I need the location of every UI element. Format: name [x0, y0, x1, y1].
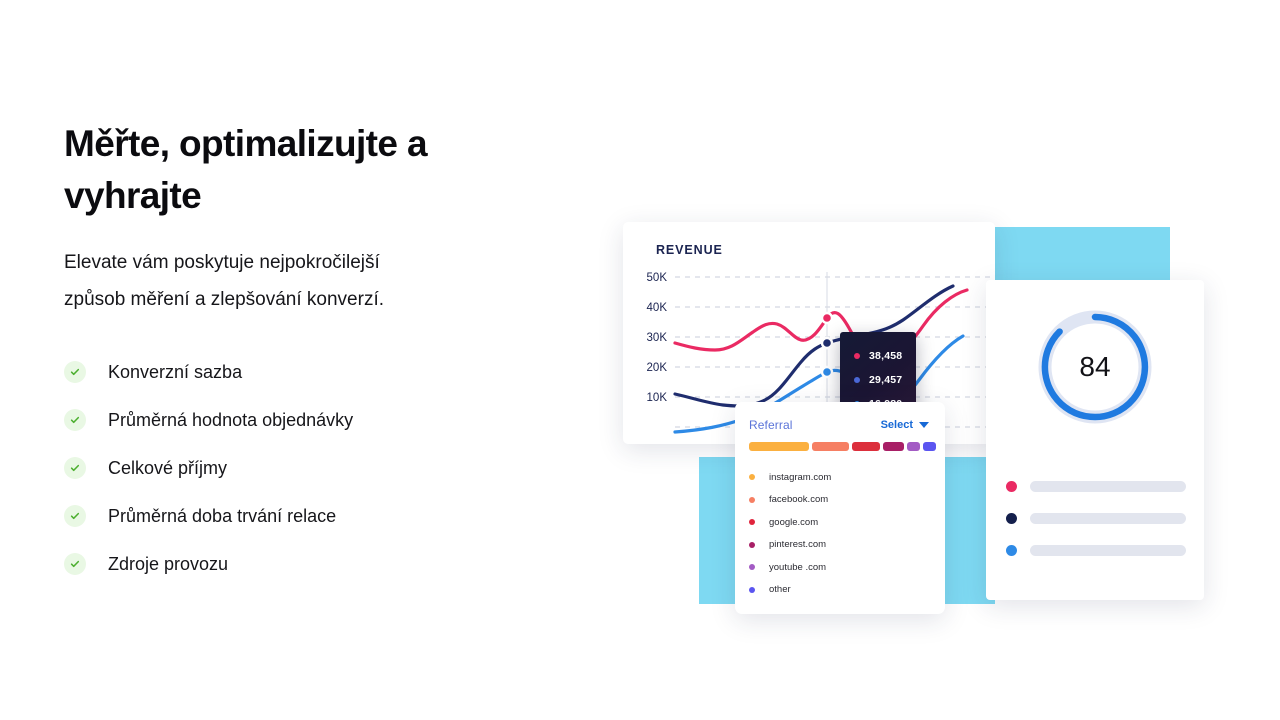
feature-label: Průměrná doba trvání relace [108, 506, 337, 526]
list-item: Konverzní sazba [64, 348, 534, 396]
feature-list: Konverzní sazba Průměrná hodnota objedná… [64, 348, 534, 588]
check-icon [64, 409, 86, 431]
legend-dot-icon [749, 496, 755, 503]
referral-source-list: instagram.com facebook.com google.com pi… [749, 466, 939, 601]
list-item: google.com [749, 511, 939, 534]
select-dropdown[interactable]: Select [881, 419, 929, 431]
legend-dot-icon [749, 586, 755, 593]
bar-segment [883, 442, 904, 451]
referral-source-label: youtube .com [769, 561, 827, 573]
tooltip-dot-icon [854, 377, 860, 383]
gauge-chart: 84 [1033, 305, 1157, 429]
referral-source-label: other [769, 584, 791, 596]
tooltip-row: 38,458 [854, 344, 916, 368]
legend-dot-icon [1006, 480, 1017, 492]
referral-source-label: google.com [769, 516, 819, 528]
placeholder-bar [1030, 544, 1186, 556]
referral-source-label: facebook.com [769, 494, 829, 506]
svg-text:30K: 30K [647, 332, 668, 344]
tooltip-value: 38,458 [869, 350, 903, 362]
revenue-card-title: REVENUE [656, 243, 723, 257]
list-item: pinterest.com [749, 534, 939, 557]
check-icon [64, 553, 86, 575]
chart-marker-series-3 [820, 365, 834, 379]
feature-label: Průměrná hodnota objednávky [108, 410, 354, 430]
page-root: Měřte, optimalizujte a vyhrajte Elevate … [0, 0, 1280, 720]
list-item: instagram.com [749, 466, 939, 489]
referral-card: Referral Select instagram.com facebook.c… [735, 402, 945, 614]
chart-marker-series-1 [820, 311, 834, 325]
list-item [1006, 534, 1186, 566]
referral-source-label: instagram.com [769, 471, 832, 483]
bar-segment [812, 442, 849, 451]
placeholder-bar [1030, 480, 1186, 492]
list-item [1006, 470, 1186, 502]
chart-marker-series-2 [820, 336, 834, 350]
feature-label: Zdroje provozu [108, 554, 229, 574]
list-item: Zdroje provozu [64, 540, 534, 588]
legend-dot-icon [749, 519, 755, 526]
list-item: Průměrná doba trvání relace [64, 492, 534, 540]
chart-series-1 [673, 288, 969, 362]
list-item: other [749, 579, 939, 602]
chevron-down-icon [919, 422, 929, 428]
bar-segment [923, 442, 936, 451]
legend-dot-icon [749, 564, 755, 571]
gauge-value: 84 [1079, 351, 1111, 382]
select-dropdown-label: Select [880, 419, 913, 431]
list-item: Celkové příjmy [64, 444, 534, 492]
check-icon [64, 457, 86, 479]
legend-dot-icon [749, 474, 755, 481]
legend-dot-icon [749, 541, 755, 548]
check-icon [64, 505, 86, 527]
svg-text:20K: 20K [647, 362, 668, 374]
bar-segment [852, 442, 880, 451]
svg-text:10K: 10K [647, 392, 668, 404]
score-card: 84 [986, 280, 1204, 600]
check-icon [64, 361, 86, 383]
svg-text:40K: 40K [647, 302, 668, 314]
feature-label: Celkové příjmy [108, 458, 228, 478]
list-item: youtube .com [749, 556, 939, 579]
hero-subheadline: Elevate vám poskytuje nejpokročilejší zp… [64, 252, 385, 310]
list-item: Průměrná hodnota objednávky [64, 396, 534, 444]
placeholder-bar [1030, 512, 1186, 524]
legend-dot-icon [1006, 544, 1017, 556]
bar-segment [749, 442, 809, 451]
svg-text:50K: 50K [647, 272, 668, 284]
feature-label: Konverzní sazba [108, 362, 243, 382]
tooltip-value: 29,457 [869, 374, 903, 386]
referral-card-title: Referral [749, 418, 793, 432]
list-item [1006, 502, 1186, 534]
hero-content: Měřte, optimalizujte a vyhrajte Elevate … [64, 118, 534, 588]
dashboard-illustration: REVENUE 50K 40K 30K 20K 10K 38,458 29,45… [600, 180, 1240, 680]
referral-source-label: pinterest.com [769, 539, 827, 551]
tooltip-dot-icon [854, 353, 860, 359]
referral-stacked-bar [749, 442, 936, 451]
score-placeholder-rows [1006, 470, 1186, 566]
legend-dot-icon [1006, 512, 1017, 524]
bar-segment [907, 442, 920, 451]
chart-y-axis-labels: 50K 40K 30K 20K 10K [647, 272, 668, 404]
tooltip-row: 29,457 [854, 368, 916, 392]
page-title: Měřte, optimalizujte a vyhrajte [64, 123, 428, 216]
list-item: facebook.com [749, 489, 939, 512]
